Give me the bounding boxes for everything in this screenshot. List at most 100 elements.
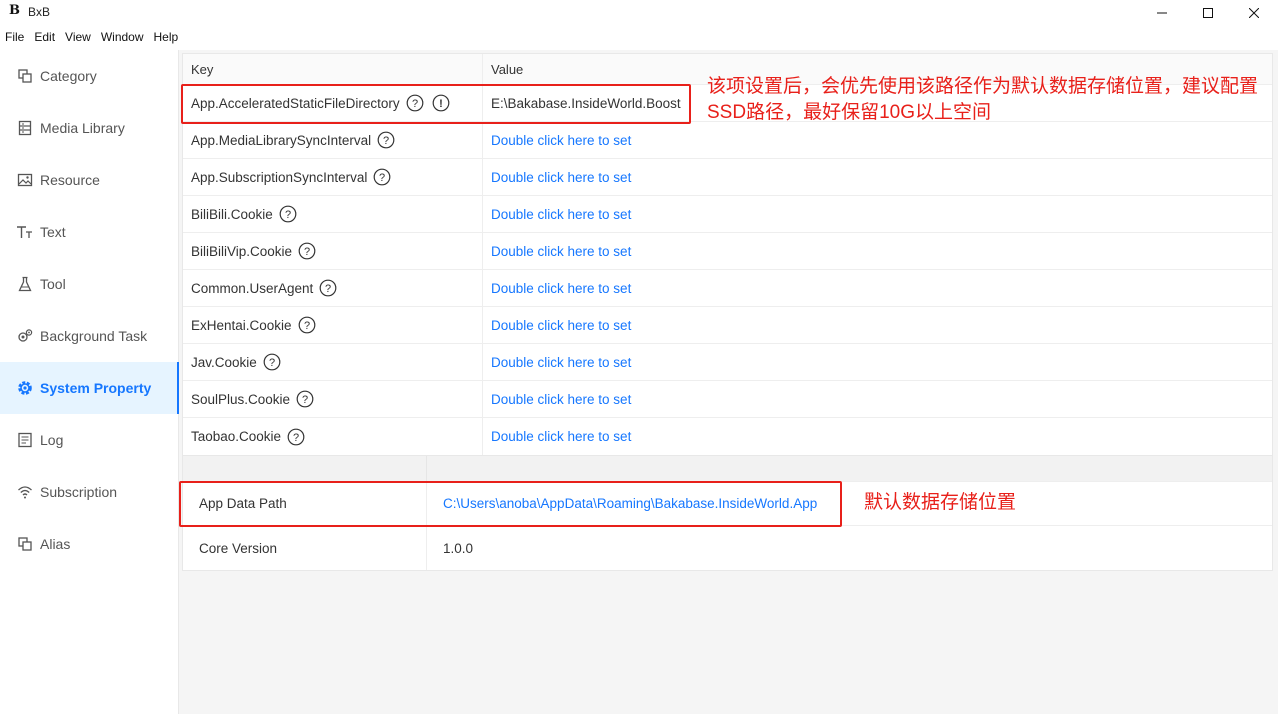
- sidebar-item-resource[interactable]: Resource: [0, 154, 178, 206]
- property-key-cell: BiliBili.Cookie?: [183, 196, 483, 232]
- set-value-link[interactable]: Double click here to set: [483, 307, 1272, 343]
- sidebar-item-log[interactable]: Log: [0, 414, 178, 466]
- help-icon[interactable]: ?: [287, 428, 305, 446]
- set-value-link[interactable]: Double click here to set: [483, 344, 1272, 380]
- app-logo: B: [9, 3, 20, 18]
- alias-icon: [16, 535, 34, 553]
- app-info-header: [183, 456, 1272, 482]
- set-value-link[interactable]: Double click here to set: [483, 159, 1272, 195]
- menu-file[interactable]: File: [0, 27, 29, 47]
- flask-icon: [16, 275, 34, 293]
- sidebar-item-label: Subscription: [40, 484, 118, 500]
- help-icon[interactable]: ?: [263, 353, 281, 371]
- log-icon: [16, 431, 34, 449]
- maximize-button[interactable]: [1185, 0, 1231, 26]
- close-button[interactable]: [1231, 0, 1277, 26]
- sidebar-item-category[interactable]: Category: [0, 50, 178, 102]
- column-header-key: Key: [183, 54, 483, 84]
- sidebar-item-label: Resource: [40, 172, 100, 188]
- sidebar-item-media-library[interactable]: Media Library: [0, 102, 178, 154]
- table-row: BiliBili.Cookie? Double click here to set: [183, 196, 1272, 233]
- sidebar-item-alias[interactable]: Alias: [0, 518, 178, 570]
- help-icon[interactable]: ?: [279, 205, 297, 223]
- sidebar-item-label: Tool: [40, 276, 66, 292]
- annotation-box-boost: [181, 84, 691, 124]
- table-row: Jav.Cookie? Double click here to set: [183, 344, 1272, 381]
- media-library-icon: [16, 119, 34, 137]
- close-icon: [1249, 8, 1259, 18]
- table-row: Taobao.Cookie? Double click here to set: [183, 418, 1272, 455]
- property-key-cell: Jav.Cookie?: [183, 344, 483, 380]
- sidebar-item-label: Category: [40, 68, 97, 84]
- annotation-box-app-data: [179, 481, 842, 527]
- svg-text:?: ?: [269, 357, 275, 369]
- property-key-cell: BiliBiliVip.Cookie?: [183, 233, 483, 269]
- menu-window[interactable]: Window: [96, 27, 149, 47]
- sidebar-item-label: Media Library: [40, 120, 125, 136]
- svg-text:?: ?: [383, 135, 389, 147]
- sidebar-item-system-property[interactable]: System Property: [0, 362, 179, 414]
- text-icon: [16, 223, 34, 241]
- settings-icon: [16, 379, 34, 397]
- property-key-cell: App.SubscriptionSyncInterval?: [183, 159, 483, 195]
- minimize-button[interactable]: [1139, 0, 1185, 26]
- svg-text:?: ?: [325, 283, 331, 295]
- sidebar-item-background-task[interactable]: Background Task: [0, 310, 178, 362]
- minimize-icon: [1157, 12, 1167, 14]
- help-icon[interactable]: ?: [377, 131, 395, 149]
- property-key: BiliBili.Cookie: [191, 206, 273, 222]
- menu-view[interactable]: View: [60, 27, 96, 47]
- core-version-value: 1.0.0: [443, 540, 474, 556]
- set-value-link[interactable]: Double click here to set: [483, 122, 1272, 158]
- wifi-icon: [16, 483, 34, 501]
- property-key: Common.UserAgent: [191, 280, 314, 296]
- property-key: App.MediaLibrarySyncInterval: [191, 132, 372, 148]
- property-key: Jav.Cookie: [191, 354, 257, 370]
- annotation-boost-note: 该项设置后，会优先使用该路径作为默认数据存储位置，建议配置SSD路径，最好保留1…: [707, 76, 1259, 123]
- sidebar-item-tool[interactable]: Tool: [0, 258, 178, 310]
- set-value-link[interactable]: Double click here to set: [483, 233, 1272, 269]
- sidebar-item-label: Background Task: [40, 328, 148, 344]
- table-row: App.SubscriptionSyncInterval? Double clic…: [183, 159, 1272, 196]
- sidebar-item-label: Alias: [40, 536, 71, 552]
- property-key-cell: Taobao.Cookie?: [183, 418, 483, 455]
- sidebar-item-text[interactable]: Text: [0, 206, 178, 258]
- svg-text:?: ?: [302, 394, 308, 406]
- svg-text:?: ?: [304, 246, 310, 258]
- table-row: Common.UserAgent? Double click here to se…: [183, 270, 1272, 307]
- svg-text:?: ?: [285, 209, 291, 221]
- core-version-key: Core Version: [183, 526, 427, 570]
- window-title: BxB: [28, 5, 51, 19]
- help-icon[interactable]: ?: [319, 279, 337, 297]
- property-key: SoulPlus.Cookie: [191, 391, 291, 407]
- sidebar-item-label: Log: [40, 432, 64, 448]
- table-row: ExHentai.Cookie? Double click here to set: [183, 307, 1272, 344]
- set-value-link[interactable]: Double click here to set: [483, 381, 1272, 417]
- set-value-link[interactable]: Double click here to set: [483, 270, 1272, 306]
- gears-icon: [16, 327, 34, 345]
- sidebar-item-subscription[interactable]: Subscription: [0, 466, 178, 518]
- table-row: SoulPlus.Cookie? Double click here to set: [183, 381, 1272, 418]
- property-key-cell: Common.UserAgent?: [183, 270, 483, 306]
- sidebar: Category Media Library Resource Text Too…: [0, 50, 179, 714]
- property-key: ExHentai.Cookie: [191, 317, 292, 333]
- menu-help[interactable]: Help: [149, 27, 184, 47]
- property-key-cell: App.MediaLibrarySyncInterval?: [183, 122, 483, 158]
- menu-edit[interactable]: Edit: [29, 27, 60, 47]
- table-row: Core Version 1.0.0: [183, 526, 1272, 570]
- help-icon[interactable]: ?: [298, 242, 316, 260]
- property-key: BiliBiliVip.Cookie: [191, 243, 293, 259]
- help-icon[interactable]: ?: [298, 316, 316, 334]
- svg-text:?: ?: [293, 432, 299, 444]
- svg-text:?: ?: [379, 172, 385, 184]
- set-value-link[interactable]: Double click here to set: [483, 196, 1272, 232]
- help-icon[interactable]: ?: [373, 168, 391, 186]
- title-bar: B BxB: [0, 0, 1278, 26]
- table-row: BiliBiliVip.Cookie? Double click here to …: [183, 233, 1272, 270]
- image-icon: [16, 171, 34, 189]
- set-value-link[interactable]: Double click here to set: [483, 418, 1272, 455]
- property-key: Taobao.Cookie: [191, 429, 282, 444]
- help-icon[interactable]: ?: [296, 390, 314, 408]
- menu-bar: File Edit View Window Help: [0, 27, 183, 47]
- annotation-app-data-note: 默认数据存储位置: [864, 492, 1017, 513]
